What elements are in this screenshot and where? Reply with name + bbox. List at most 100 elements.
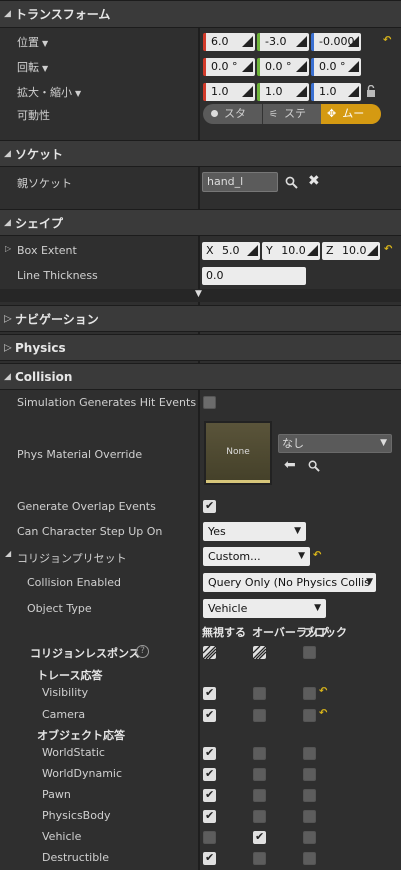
thumbnail-asset-bar: [206, 480, 270, 483]
overlap-checkbox[interactable]: [253, 830, 266, 844]
rotation-label[interactable]: 回転 ▼: [17, 59, 48, 75]
mobility-static-label: スタ: [224, 107, 246, 120]
block-checkbox[interactable]: [303, 709, 316, 722]
block-checkbox[interactable]: [303, 831, 316, 844]
scale-x-field[interactable]: 1.0: [203, 83, 255, 101]
rotation-x-field[interactable]: 0.0 °: [203, 58, 255, 76]
scale-y-field[interactable]: 1.0: [257, 83, 309, 101]
category-collision[interactable]: ◢ Collision: [0, 363, 401, 390]
category-navigation[interactable]: ▷ ナビゲーション: [0, 305, 401, 332]
block-checkbox[interactable]: [303, 852, 316, 865]
help-icon[interactable]: ?: [136, 645, 149, 658]
collapse-arrow-icon[interactable]: ◢: [5, 549, 11, 558]
sim-hit-checkbox[interactable]: [203, 396, 216, 409]
ignore-all-checkbox[interactable]: [203, 646, 216, 659]
block-all-checkbox[interactable]: [303, 646, 316, 659]
collision-enabled-dropdown[interactable]: Query Only (No Physics Collis ▼: [203, 573, 376, 592]
overlap-checkbox[interactable]: [253, 852, 266, 865]
stationary-icon: ⚟: [269, 109, 278, 120]
category-collision-label: Collision: [15, 369, 73, 384]
overlap-checkbox[interactable]: [253, 709, 266, 722]
ignore-checkbox[interactable]: [203, 788, 216, 802]
reset-to-default-icon[interactable]: ↶: [319, 708, 327, 719]
object-type-value: Vehicle: [208, 602, 248, 615]
overlap-checkbox[interactable]: [203, 499, 216, 513]
reset-to-default-icon[interactable]: ↶: [319, 686, 327, 697]
ignore-checkbox[interactable]: [203, 686, 216, 700]
advanced-expander[interactable]: ▼: [0, 289, 401, 302]
location-y-field[interactable]: -3.0: [257, 33, 309, 51]
box-extent-y-value: 10.0: [281, 244, 306, 257]
category-physics[interactable]: ▷ Physics: [0, 334, 401, 361]
block-checkbox[interactable]: [303, 687, 316, 700]
box-extent-z-field[interactable]: Z 10.0: [322, 242, 380, 260]
expand-arrow-icon[interactable]: ▷: [5, 244, 11, 253]
step-up-dropdown[interactable]: Yes ▼: [203, 522, 306, 541]
phys-material-dropdown[interactable]: なし ▼: [278, 434, 392, 453]
box-extent-x-field[interactable]: X 5.0: [202, 242, 260, 260]
overlap-checkbox[interactable]: [253, 768, 266, 781]
ignore-checkbox[interactable]: [203, 851, 216, 865]
expand-arrow-icon[interactable]: ▷: [4, 313, 12, 324]
category-socket[interactable]: ◢ ソケット: [0, 140, 401, 167]
location-x-field[interactable]: 6.0: [203, 33, 255, 51]
category-shape[interactable]: ◢ シェイプ: [0, 209, 401, 236]
reset-to-default-icon[interactable]: ↶: [313, 550, 321, 561]
use-selected-icon[interactable]: ⬅: [284, 457, 296, 473]
object-type-dropdown[interactable]: Vehicle ▼: [203, 599, 326, 618]
rotation-y-value: 0.0 °: [265, 60, 292, 73]
object-responses-header: オブジェクト応答: [37, 729, 125, 742]
phys-material-thumbnail[interactable]: None: [204, 421, 272, 485]
ignore-checkbox[interactable]: [203, 809, 216, 823]
box-extent-label: Box Extent: [17, 244, 77, 257]
location-z-field[interactable]: -0.000: [311, 33, 361, 51]
chevron-down-icon: ▼: [314, 603, 321, 613]
search-icon[interactable]: [285, 176, 298, 189]
chevron-down-icon: ▼: [75, 89, 82, 98]
ignore-checkbox[interactable]: [203, 746, 216, 760]
ignore-checkbox[interactable]: [203, 767, 216, 781]
mobility-static-button[interactable]: スタ: [203, 104, 262, 124]
ignore-checkbox[interactable]: [203, 831, 216, 844]
clear-icon[interactable]: ✖: [308, 173, 320, 189]
box-extent-z-label: Z: [326, 244, 334, 257]
overlap-checkbox[interactable]: [253, 810, 266, 823]
location-label[interactable]: 位置 ▼: [17, 34, 48, 50]
mobility-segmented-control: スタ ⚟ ステ ✥ ムー: [203, 104, 381, 124]
rotation-y-field[interactable]: 0.0 °: [257, 58, 309, 76]
mobility-movable-button[interactable]: ✥ ムー: [321, 104, 381, 124]
lock-icon[interactable]: [366, 85, 376, 97]
collapse-arrow-icon[interactable]: ◢: [4, 149, 11, 159]
block-checkbox[interactable]: [303, 747, 316, 760]
overlap-checkbox[interactable]: [253, 789, 266, 802]
mobility-stationary-button[interactable]: ⚟ ステ: [263, 104, 321, 124]
response-channel-label: Camera: [42, 708, 86, 721]
scale-label[interactable]: 拡大・縮小 ▼: [17, 84, 81, 100]
category-transform[interactable]: ◢ トランスフォーム: [0, 0, 401, 28]
rotation-z-field[interactable]: 0.0 °: [311, 58, 361, 76]
mobility-label: 可動性: [17, 109, 50, 122]
box-extent-y-field[interactable]: Y 10.0: [262, 242, 320, 260]
reset-to-default-icon[interactable]: ↶: [384, 244, 392, 255]
reset-to-default-icon[interactable]: ↶: [383, 35, 391, 46]
overlap-checkbox[interactable]: [253, 747, 266, 760]
collapse-arrow-icon[interactable]: ◢: [4, 218, 11, 228]
collapse-arrow-icon[interactable]: ◢: [4, 372, 11, 382]
collision-preset-dropdown[interactable]: Custom... ▼: [203, 547, 310, 566]
ignore-checkbox[interactable]: [203, 708, 216, 722]
search-icon[interactable]: [308, 460, 320, 472]
line-thickness-value: 0.0: [206, 269, 224, 282]
rotation-label-text: 回転: [17, 61, 39, 74]
overlap-all-checkbox[interactable]: [253, 646, 266, 659]
parent-socket-field[interactable]: hand_l: [202, 172, 278, 192]
collision-enabled-row: Collision Enabled Query Only (No Physics…: [0, 571, 401, 595]
block-checkbox[interactable]: [303, 768, 316, 781]
overlap-checkbox[interactable]: [253, 687, 266, 700]
expand-arrow-icon[interactable]: ▷: [4, 342, 12, 353]
scale-z-field[interactable]: 1.0: [311, 83, 361, 101]
box-extent-y-label: Y: [266, 244, 273, 257]
block-checkbox[interactable]: [303, 810, 316, 823]
block-checkbox[interactable]: [303, 789, 316, 802]
collapse-arrow-icon[interactable]: ◢: [4, 9, 11, 19]
line-thickness-field[interactable]: 0.0: [202, 267, 306, 285]
